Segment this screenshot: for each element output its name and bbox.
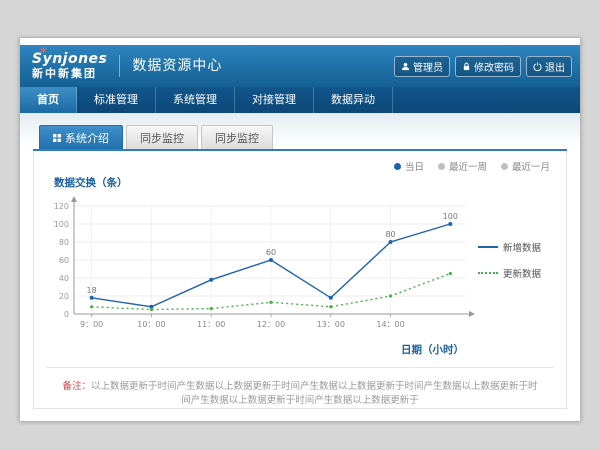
svg-text:100: 100 [54, 220, 69, 229]
nav-item-home[interactable]: 首页 [20, 87, 77, 113]
svg-text:80: 80 [385, 230, 395, 239]
series-legend: 新增数据 更新数据 [478, 192, 554, 280]
change-password-label: 修改密码 [474, 59, 514, 74]
legend-last-week[interactable]: 最近一周 [438, 159, 487, 173]
tab-label: 系统介绍 [65, 130, 109, 146]
svg-text:9：00: 9：00 [80, 320, 103, 329]
note-label: 备注： [62, 381, 91, 392]
logout-button[interactable]: 退出 [526, 56, 572, 77]
tab-sync-monitor-2[interactable]: 同步监控 [201, 125, 273, 149]
dotted-line-icon [478, 272, 498, 274]
legend-dot-icon [394, 163, 401, 170]
svg-text:12：00: 12：00 [257, 320, 285, 329]
nav-item-data-change[interactable]: 数据异动 [314, 87, 393, 113]
user-button-label: 管理员 [413, 59, 443, 74]
user-button[interactable]: 管理员 [394, 56, 450, 77]
svg-text:18: 18 [87, 286, 97, 295]
user-icon [401, 62, 410, 71]
period-legend: 当日 最近一周 最近一月 [46, 157, 554, 173]
chart-row: 0 20 40 60 80 100 120 9：00 10：00 11：00 12：00 13：00 1… [46, 192, 554, 357]
legend-series-new[interactable]: 新增数据 [478, 240, 554, 254]
line-chart: 0 20 40 60 80 100 120 9：00 10：00 11：00 12：00 13：00 1… [46, 192, 478, 342]
tab-label: 同步监控 [140, 130, 184, 146]
solid-line-icon [478, 246, 498, 248]
logo: * Synjones 新中新集团 [32, 52, 107, 79]
footer-note: 备注：以上数据更新于时间产生数据以上数据更新于时间产生数据以上数据更新于时间产生… [46, 380, 554, 409]
legend-series-updated[interactable]: 更新数据 [478, 266, 554, 280]
svg-text:60: 60 [59, 256, 69, 265]
svg-text:11：00: 11：00 [197, 320, 225, 329]
note-text: 以上数据更新于时间产生数据以上数据更新于时间产生数据以上数据更新于时间产生数据以… [91, 381, 538, 406]
nav-item-integration[interactable]: 对接管理 [235, 87, 314, 113]
tab-label: 同步监控 [215, 130, 259, 146]
panel-divider [46, 367, 554, 368]
svg-text:14：00: 14：00 [376, 320, 404, 329]
tab-sync-monitor-1[interactable]: 同步监控 [126, 125, 198, 149]
svg-text:10：00: 10：00 [137, 320, 165, 329]
page: * Synjones 新中新集团 数据资源中心 管理员 修改密码 [19, 37, 581, 421]
svg-text:40: 40 [59, 274, 69, 283]
svg-text:120: 120 [54, 202, 69, 211]
legend-today[interactable]: 当日 [394, 159, 424, 173]
svg-text:0: 0 [64, 310, 69, 319]
content-area: 系统介绍 同步监控 同步监控 当日 最近一周 [20, 113, 580, 421]
chart-panel: 当日 最近一周 最近一月 数据交换（条） 0 20 40 60 80 100 120 9：00… [33, 151, 567, 409]
grid-icon [53, 132, 61, 145]
power-icon [533, 62, 542, 71]
series-new-label: 新增数据 [503, 240, 541, 254]
app-header: * Synjones 新中新集团 数据资源中心 管理员 修改密码 [20, 45, 580, 87]
y-axis-title: 数据交换（条） [54, 175, 554, 190]
x-axis-title: 日期（小时） [46, 342, 464, 357]
nav-item-system[interactable]: 系统管理 [156, 87, 235, 113]
lock-icon [462, 62, 471, 71]
svg-text:80: 80 [59, 238, 69, 247]
tab-system-intro[interactable]: 系统介绍 [39, 125, 123, 149]
main-nav: 首页 标准管理 系统管理 对接管理 数据异动 [20, 87, 580, 113]
chart-column: 0 20 40 60 80 100 120 9：00 10：00 11：00 12：00 13：00 1… [46, 192, 478, 357]
logo-subtext: 新中新集团 [32, 68, 107, 80]
svg-text:20: 20 [59, 292, 69, 301]
page-title: 数据资源中心 [119, 55, 222, 77]
legend-last-week-label: 最近一周 [449, 159, 487, 173]
legend-dot-icon [501, 163, 508, 170]
legend-dot-icon [438, 163, 445, 170]
logo-star-icon: * [40, 47, 47, 61]
tab-bar: 系统介绍 同步监控 同步监控 [33, 125, 567, 151]
legend-last-month[interactable]: 最近一月 [501, 159, 550, 173]
series-updated-label: 更新数据 [503, 266, 541, 280]
nav-item-standards[interactable]: 标准管理 [77, 87, 156, 113]
svg-text:100: 100 [443, 212, 458, 221]
legend-today-label: 当日 [405, 159, 424, 173]
logout-label: 退出 [545, 59, 565, 74]
legend-last-month-label: 最近一月 [512, 159, 550, 173]
header-actions: 管理员 修改密码 退出 [389, 45, 572, 87]
svg-text:60: 60 [266, 248, 276, 257]
change-password-button[interactable]: 修改密码 [455, 56, 521, 77]
svg-text:13：00: 13：00 [317, 320, 345, 329]
